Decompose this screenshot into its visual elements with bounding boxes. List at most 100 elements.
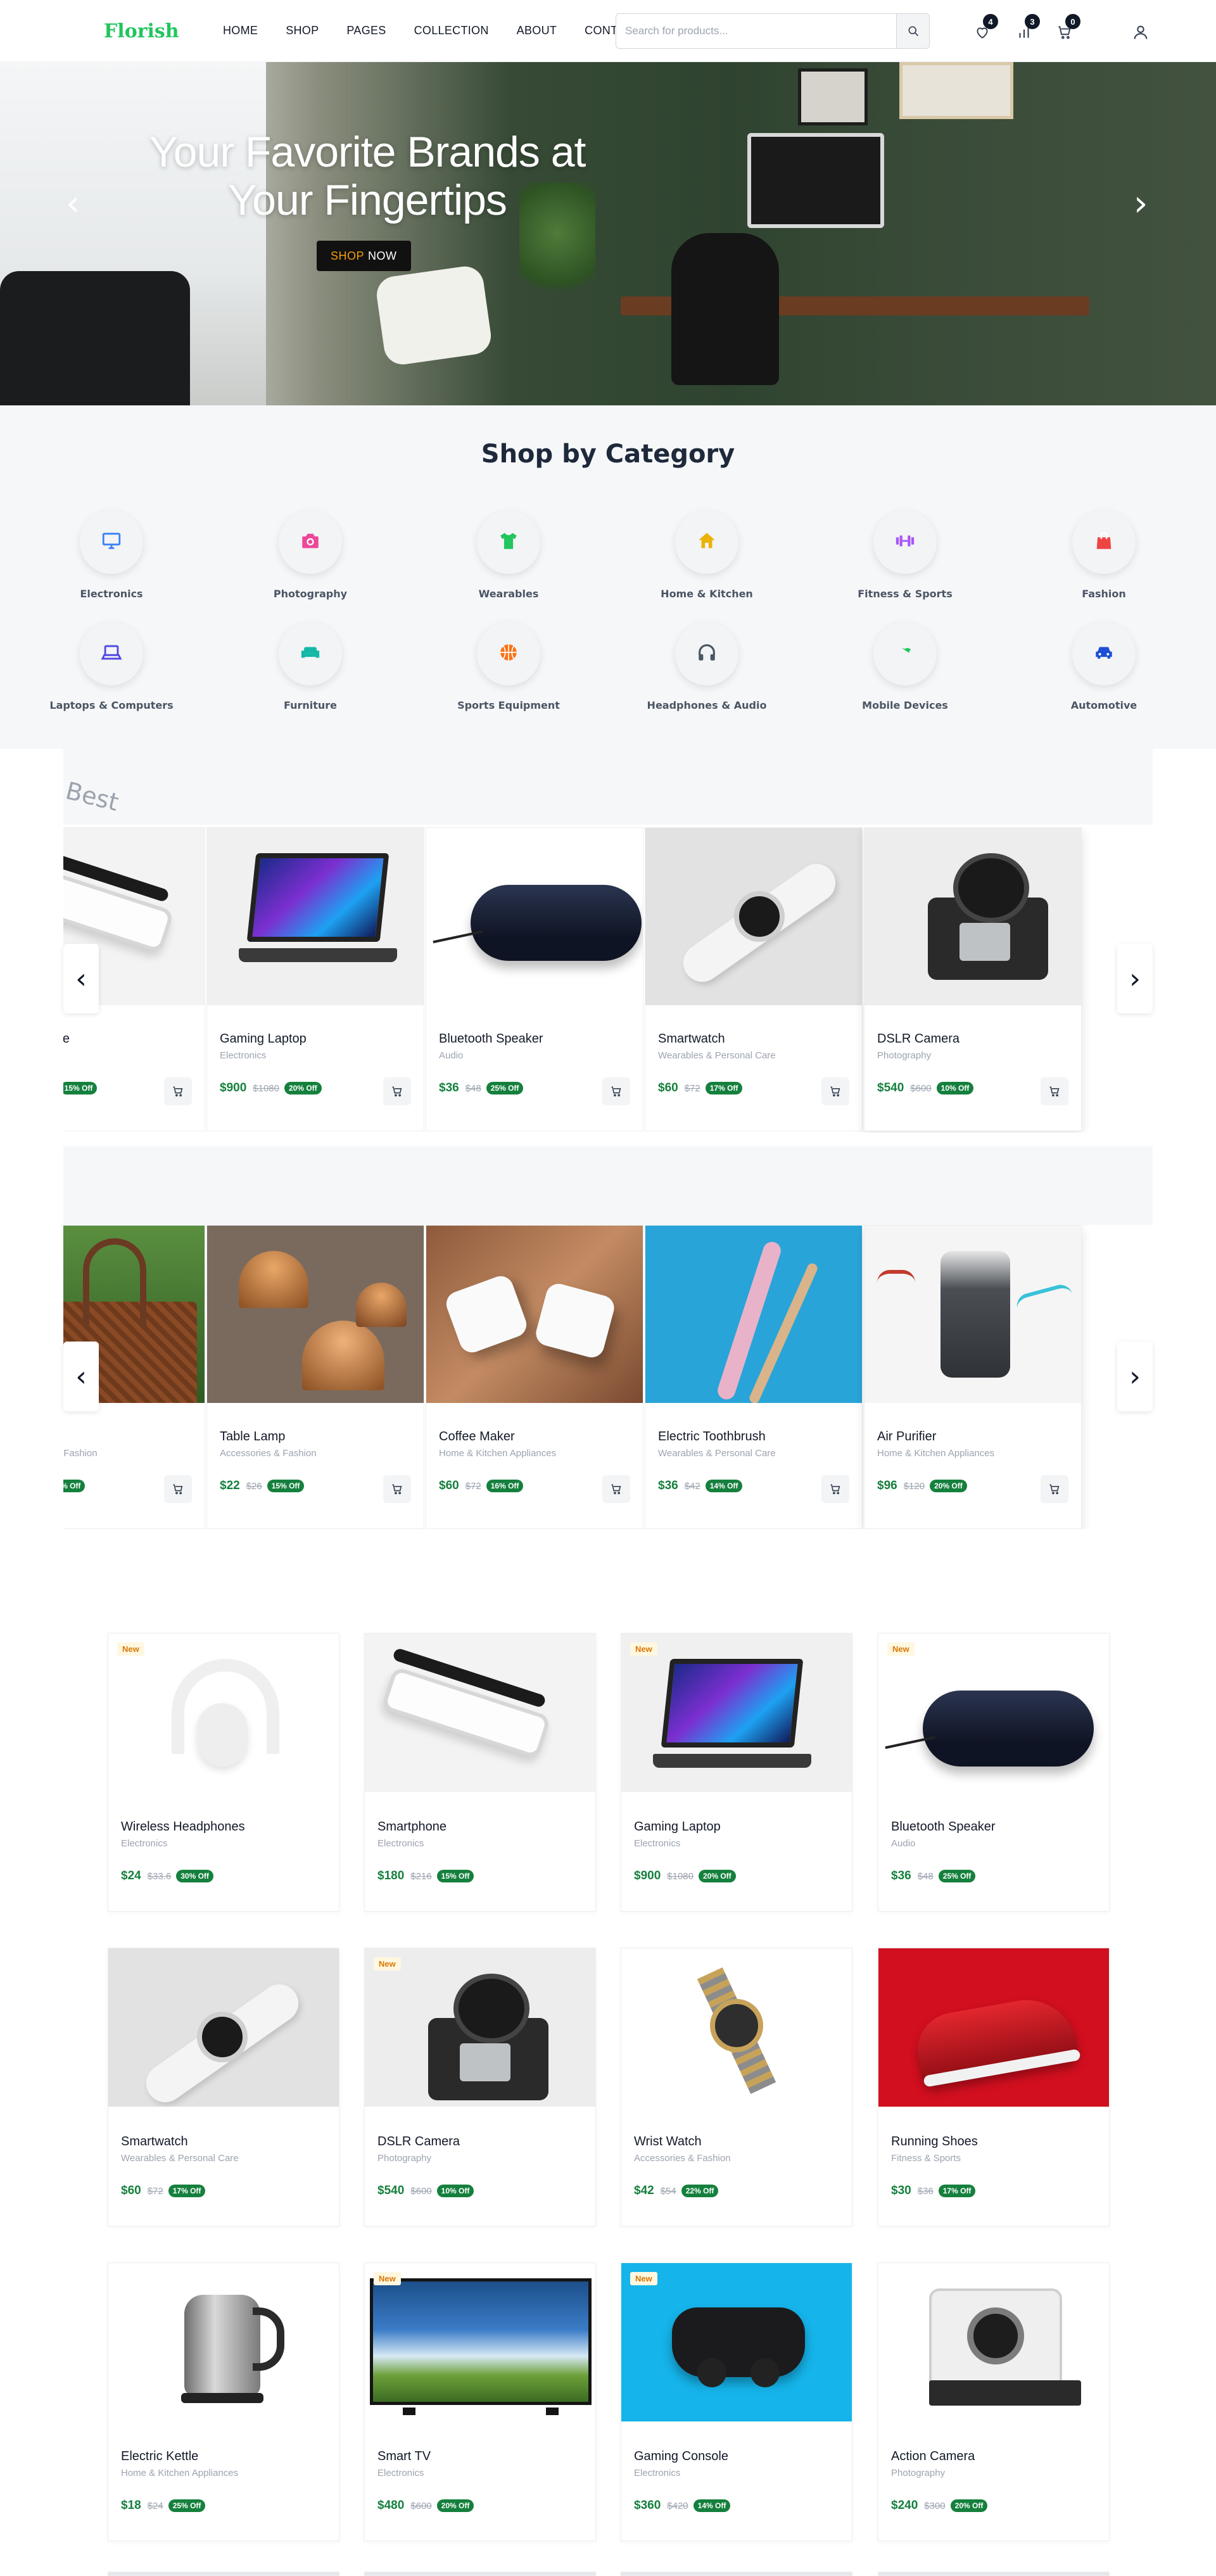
category-furniture[interactable]: Furniture — [241, 622, 380, 711]
compare-button[interactable]: 3 — [1013, 14, 1040, 43]
product-image[interactable] — [645, 1226, 862, 1403]
product-image[interactable] — [878, 2263, 1109, 2421]
product-name[interactable]: DSLR Camera — [877, 1032, 1068, 1046]
product-name[interactable]: Electric Kettle — [121, 2449, 326, 2464]
product-card[interactable]: New Gaming Console Electronics $360 $420 14% … — [621, 2262, 852, 2541]
product-card[interactable]: New Gaming Laptop Electronics $900 $1080 20% … — [621, 1633, 852, 1912]
product-name[interactable]: Bluetooth Speaker — [439, 1032, 630, 1046]
add-to-cart-button[interactable] — [821, 1077, 849, 1105]
product-image[interactable] — [426, 828, 643, 1005]
account-button[interactable] — [1130, 22, 1151, 43]
add-to-cart-button[interactable] — [1041, 1475, 1068, 1503]
product-card[interactable]: Electric Kettle Home & Kitchen Appliances… — [108, 2262, 339, 2541]
product-card[interactable]: Running Shoes Fitness & Sports $30 $36 17% O… — [878, 1948, 1110, 2226]
search-input[interactable] — [625, 14, 878, 48]
nav-home[interactable]: HOME — [223, 24, 258, 37]
product-name[interactable]: Wireless Headphones — [121, 1820, 326, 1834]
product-name[interactable]: Running Shoes — [891, 2135, 1096, 2149]
product-image[interactable]: New — [878, 1634, 1109, 1792]
category-automotive[interactable]: Automotive — [1034, 622, 1174, 711]
product-image[interactable]: New — [108, 1634, 339, 1792]
product-image[interactable]: New — [621, 1634, 852, 1792]
product-name[interactable]: Air Purifier — [877, 1430, 1068, 1444]
nav-collection[interactable]: COLLECTION — [414, 24, 489, 37]
nav-shop[interactable]: SHOP — [286, 24, 319, 37]
product-image[interactable] — [207, 1226, 424, 1403]
row1-next-arrow[interactable]: › — [1117, 944, 1153, 1013]
product-card[interactable]: Air Purifier Home & Kitchen Appliances $96… — [864, 1225, 1082, 1529]
product-card[interactable]: Table Lamp Accessories & Fashion $22 $26 15%… — [206, 1225, 424, 1529]
logo[interactable]: Florish — [104, 20, 179, 42]
product-card[interactable]: New Wireless Headphones Electronics $24 $33.… — [108, 1633, 339, 1912]
category-sports-equipment[interactable]: Sports Equipment — [439, 622, 578, 711]
hero-prev-arrow[interactable]: ‹ — [66, 186, 80, 222]
category-fashion[interactable]: Fashion — [1034, 511, 1174, 600]
product-name[interactable]: Smartphone — [377, 1820, 583, 1834]
product-name[interactable]: Backpack — [63, 1430, 192, 1444]
category-headphones-audio[interactable]: Headphones & Audio — [637, 622, 776, 711]
product-image[interactable] — [108, 1948, 339, 2107]
category-mobile-devices[interactable]: Mobile Devices — [835, 622, 975, 711]
product-card[interactable]: Bluetooth Speaker Audio $36 $48 25% Off — [426, 827, 643, 1131]
product-card[interactable]: Smartphone Electronics $180 $216 15% Off — [364, 1633, 596, 1912]
product-image[interactable] — [426, 1226, 643, 1403]
product-image[interactable] — [108, 2263, 339, 2421]
category-wearables[interactable]: Wearables — [439, 511, 578, 600]
product-name[interactable]: Gaming Console — [634, 2449, 839, 2464]
add-to-cart-button[interactable] — [164, 1475, 192, 1503]
add-to-cart-button[interactable] — [383, 1475, 411, 1503]
product-name[interactable]: Coffee Maker — [439, 1430, 630, 1444]
add-to-cart-button[interactable] — [1041, 1077, 1068, 1105]
row2-next-arrow[interactable]: › — [1117, 1342, 1153, 1411]
product-name[interactable]: Smartphone — [63, 1032, 192, 1046]
shop-now-button[interactable]: SHOP NOW — [317, 241, 411, 271]
product-image[interactable] — [864, 1226, 1081, 1403]
product-image[interactable]: New — [365, 1948, 595, 2107]
cart-button[interactable]: 0 — [1054, 14, 1080, 43]
product-image[interactable] — [645, 828, 862, 1005]
product-card[interactable]: Wrist Watch Accessories & Fashion $42 $54 22… — [621, 1948, 852, 2226]
product-image[interactable] — [207, 828, 424, 1005]
product-card[interactable]: Gaming Laptop Electronics $900 $1080 20% Off — [206, 827, 424, 1131]
product-name[interactable]: Smartwatch — [658, 1032, 849, 1046]
product-card[interactable]: Coffee Maker Home & Kitchen Appliances $60… — [426, 1225, 643, 1529]
product-card[interactable]: Action Camera Photography $240 $300 20% Off — [878, 2262, 1110, 2541]
wishlist-button[interactable]: 4 — [972, 14, 998, 43]
add-to-cart-button[interactable] — [164, 1077, 192, 1105]
product-image[interactable] — [878, 1948, 1109, 2107]
add-to-cart-button[interactable] — [602, 1077, 630, 1105]
product-card[interactable]: DSLR Camera Photography $540 $600 10% Off — [864, 827, 1082, 1131]
product-name[interactable]: Gaming Laptop — [634, 1820, 839, 1834]
category-electronics[interactable]: Electronics — [42, 511, 181, 600]
product-name[interactable]: Smart TV — [377, 2449, 583, 2464]
product-name[interactable]: Bluetooth Speaker — [891, 1820, 1096, 1834]
category-photography[interactable]: Photography — [241, 511, 380, 600]
product-card[interactable]: Smartwatch Wearables & Personal Care $60 $7… — [645, 827, 863, 1131]
product-card[interactable]: New DSLR Camera Photography $540 $600 10% Off — [364, 1948, 596, 2226]
product-name[interactable]: Gaming Laptop — [220, 1032, 411, 1046]
category-home-kitchen[interactable]: Home & Kitchen — [637, 511, 776, 600]
product-name[interactable]: DSLR Camera — [377, 2135, 583, 2149]
hero-next-arrow[interactable]: › — [1134, 186, 1148, 222]
row1-prev-arrow[interactable]: ‹ — [63, 944, 99, 1013]
product-image[interactable] — [621, 1948, 852, 2107]
nav-pages[interactable]: PAGES — [346, 24, 386, 37]
add-to-cart-button[interactable] — [602, 1475, 630, 1503]
product-name[interactable]: Wrist Watch — [634, 2135, 839, 2149]
product-name[interactable]: Smartwatch — [121, 2135, 326, 2149]
add-to-cart-button[interactable] — [383, 1077, 411, 1105]
product-image[interactable]: New — [365, 2263, 595, 2421]
product-name[interactable]: Electric Toothbrush — [658, 1430, 849, 1444]
product-name[interactable]: Action Camera — [891, 2449, 1096, 2464]
category-laptops-computers[interactable]: Laptops & Computers — [42, 622, 181, 711]
nav-about[interactable]: ABOUT — [517, 24, 557, 37]
row2-prev-arrow[interactable]: ‹ — [63, 1342, 99, 1411]
product-card[interactable]: New Bluetooth Speaker Audio $36 $48 25% Off — [878, 1633, 1110, 1912]
add-to-cart-button[interactable] — [821, 1475, 849, 1503]
product-image[interactable] — [365, 1634, 595, 1792]
product-name[interactable]: Table Lamp — [220, 1430, 411, 1444]
product-image[interactable]: New — [621, 2263, 852, 2421]
product-image[interactable] — [864, 828, 1081, 1005]
product-card[interactable]: Smartwatch Wearables & Personal Care $60 $7… — [108, 1948, 339, 2226]
product-card[interactable]: New Smart TV Electronics $480 $600 20% Off — [364, 2262, 596, 2541]
